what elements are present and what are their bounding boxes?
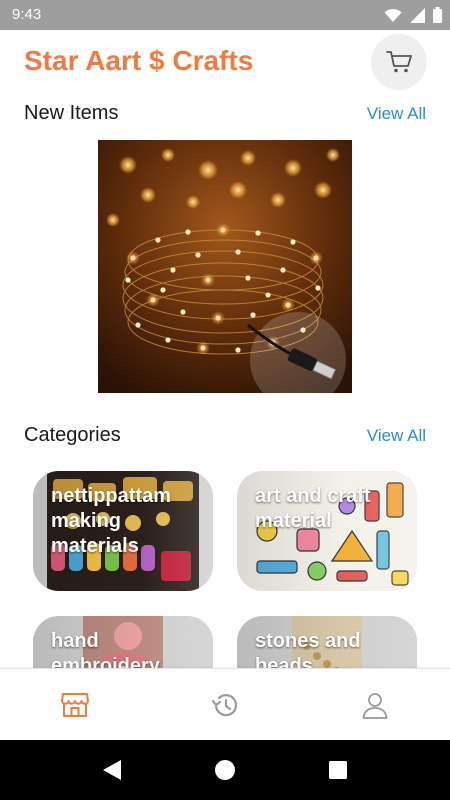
categories-heading: Categories bbox=[24, 424, 121, 446]
new-item-image-fairy-lights[interactable] bbox=[98, 140, 352, 393]
categories-view-all-link[interactable]: View All bbox=[367, 426, 426, 446]
category-label: nettippattam making materials bbox=[51, 485, 171, 557]
home-circle-icon bbox=[215, 760, 235, 780]
status-time: 9:43 bbox=[12, 6, 42, 23]
signal-icon bbox=[410, 7, 425, 23]
system-back-button[interactable] bbox=[100, 758, 124, 782]
nav-tab-store[interactable] bbox=[0, 669, 150, 741]
category-card-nettippattam[interactable]: nettippattam making materials bbox=[33, 471, 213, 591]
back-triangle-icon bbox=[103, 760, 121, 780]
app-title: Star Aart $ Crafts bbox=[24, 45, 254, 76]
nav-tab-profile[interactable] bbox=[300, 669, 450, 741]
system-navigation-bar bbox=[0, 740, 450, 800]
recents-square-icon bbox=[329, 761, 347, 779]
category-label: art and craft material bbox=[255, 485, 371, 532]
system-home-button[interactable] bbox=[213, 758, 237, 782]
battery-icon bbox=[433, 7, 442, 23]
new-items-view-all-link[interactable]: View All bbox=[367, 104, 426, 124]
fairy-lights-image bbox=[98, 140, 352, 393]
status-bar: 9:43 bbox=[0, 0, 450, 30]
history-icon bbox=[211, 694, 238, 717]
cart-icon bbox=[386, 51, 412, 73]
bottom-navigation bbox=[0, 668, 450, 740]
category-card-art-and-craft[interactable]: art and craft material bbox=[237, 471, 417, 591]
cart-button[interactable] bbox=[371, 34, 427, 90]
system-recents-button[interactable] bbox=[326, 758, 350, 782]
profile-icon bbox=[362, 693, 388, 719]
wifi-icon bbox=[384, 8, 402, 22]
nav-tab-history[interactable] bbox=[150, 669, 300, 741]
new-items-heading: New Items bbox=[24, 102, 119, 124]
status-icons bbox=[384, 7, 442, 23]
store-icon bbox=[61, 693, 89, 717]
